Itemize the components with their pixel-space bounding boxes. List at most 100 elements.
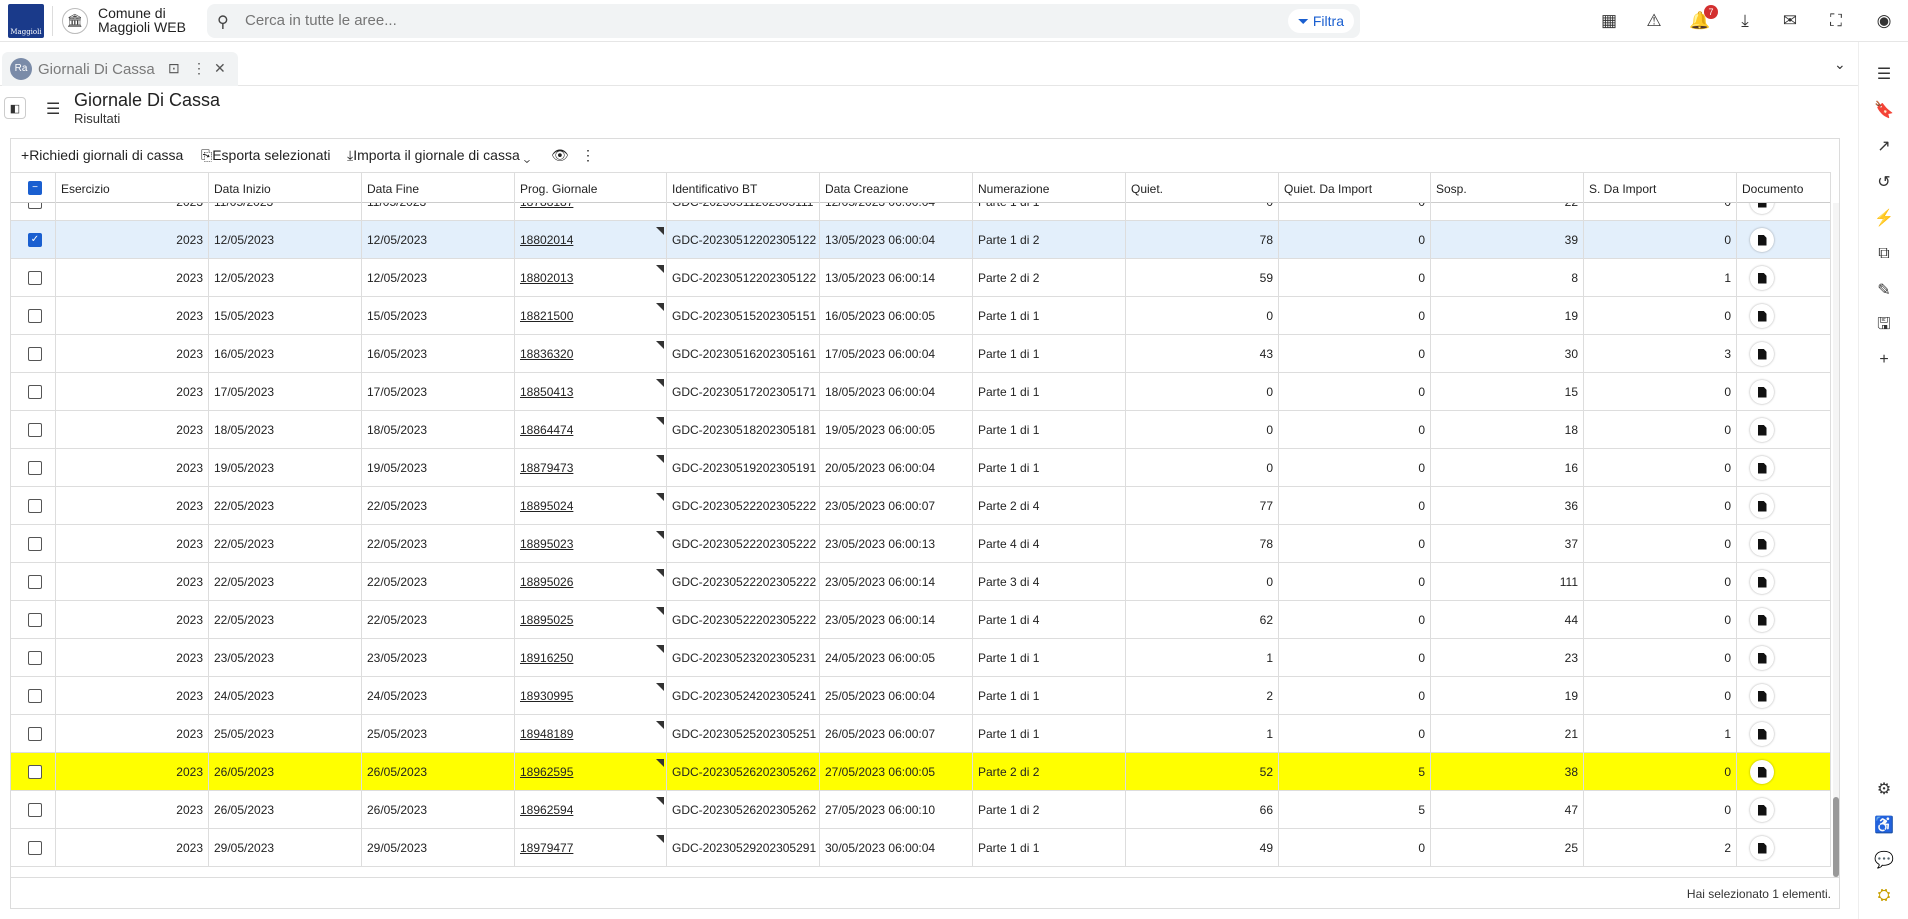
chat-icon[interactable]: 💬: [1872, 848, 1896, 872]
row-checkbox[interactable]: [28, 841, 42, 855]
col-quiet[interactable]: Quiet.: [1126, 173, 1279, 203]
cell-prog-giornale-text[interactable]: 18802014: [520, 233, 573, 247]
table-row[interactable]: ✓ 2023 12/05/2023 12/05/2023 18802014 GDC-202…: [11, 221, 1831, 259]
maggioli-logo[interactable]: Maggioli: [8, 4, 44, 38]
cell-prog-giornale-text[interactable]: 18916250: [520, 651, 573, 665]
row-checkbox[interactable]: ✓: [28, 233, 42, 247]
document-icon[interactable]: [1750, 494, 1774, 518]
document-icon[interactable]: [1750, 380, 1774, 404]
document-icon[interactable]: [1750, 722, 1774, 746]
cell-prog-giornale-text[interactable]: 18895024: [520, 499, 573, 513]
table-row[interactable]: 2023 22/05/2023 22/05/2023 18895023 GDC-2023…: [11, 525, 1831, 563]
table-row[interactable]: 2023 12/05/2023 12/05/2023 18802013 GDC-2023…: [11, 259, 1831, 297]
cell-prog-giornale-text[interactable]: 18836320: [520, 347, 573, 361]
cell-prog-giornale[interactable]: 18821500: [515, 297, 667, 335]
cell-prog-giornale[interactable]: 18962594: [515, 791, 667, 829]
table-row[interactable]: 2023 16/05/2023 16/05/2023 18836320 GDC-2023…: [11, 335, 1831, 373]
trending-icon[interactable]: ↗: [1872, 134, 1896, 158]
support-icon[interactable]: ⛭: [1872, 884, 1896, 908]
table-row[interactable]: 2023 25/05/2023 25/05/2023 18948189 GDC-2023…: [11, 715, 1831, 753]
document-icon[interactable]: [1750, 266, 1774, 290]
col-data-creazione[interactable]: Data Creazione: [820, 173, 973, 203]
cell-prog-giornale-text[interactable]: 18962595: [520, 765, 573, 779]
row-checkbox[interactable]: [28, 613, 42, 627]
document-icon[interactable]: [1750, 418, 1774, 442]
cell-prog-giornale-text[interactable]: 18979477: [520, 841, 573, 855]
cell-prog-giornale[interactable]: 18895023: [515, 525, 667, 563]
document-icon[interactable]: [1750, 836, 1774, 860]
dashboard-icon[interactable]: ▦: [1597, 9, 1621, 33]
table-row[interactable]: 2023 24/05/2023 24/05/2023 18930995 GDC-2023…: [11, 677, 1831, 715]
export-button[interactable]: ⎘Esporta selezionati: [201, 147, 331, 164]
table-row[interactable]: 2023 29/05/2023 29/05/2023 18979477 GDC-2023…: [11, 829, 1831, 867]
cell-prog-giornale[interactable]: 18895024: [515, 487, 667, 525]
cell-prog-giornale-text[interactable]: 18879473: [520, 461, 573, 475]
sidebar-toggle-icon[interactable]: ◧: [4, 97, 26, 119]
document-icon[interactable]: [1750, 760, 1774, 784]
row-checkbox[interactable]: [28, 347, 42, 361]
cell-prog-giornale[interactable]: 18850413: [515, 373, 667, 411]
cell-prog-giornale-text[interactable]: 18821500: [520, 309, 573, 323]
cell-prog-giornale[interactable]: 18916250: [515, 639, 667, 677]
cell-prog-giornale-text[interactable]: 18948189: [520, 727, 573, 741]
cell-prog-giornale-text[interactable]: 18895023: [520, 537, 573, 551]
cell-prog-giornale[interactable]: 18788187: [515, 203, 667, 221]
row-checkbox[interactable]: [28, 271, 42, 285]
row-checkbox[interactable]: [28, 727, 42, 741]
row-checkbox[interactable]: [28, 689, 42, 703]
cell-prog-giornale[interactable]: 18979477: [515, 829, 667, 867]
cell-prog-giornale-text[interactable]: 18895025: [520, 613, 573, 627]
pin-icon[interactable]: ⊡: [168, 60, 180, 77]
row-checkbox[interactable]: [28, 575, 42, 589]
cell-prog-giornale[interactable]: 18895026: [515, 563, 667, 601]
table-row[interactable]: 2023 19/05/2023 19/05/2023 18879473 GDC-2023…: [11, 449, 1831, 487]
table-row[interactable]: 2023 26/05/2023 26/05/2023 18962594 GDC-2023…: [11, 791, 1831, 829]
request-button[interactable]: +Richiedi giornali di cassa: [21, 147, 183, 163]
table-row[interactable]: 2023 15/05/2023 15/05/2023 18821500 GDC-2023…: [11, 297, 1831, 335]
cell-prog-giornale[interactable]: 18802013: [515, 259, 667, 297]
col-numerazione[interactable]: Numerazione: [973, 173, 1126, 203]
bookmark-icon[interactable]: 🔖: [1872, 98, 1896, 122]
cell-prog-giornale[interactable]: 18879473: [515, 449, 667, 487]
more-vert-icon[interactable]: ⋮: [581, 147, 595, 164]
table-row[interactable]: 2023 23/05/2023 23/05/2023 18916250 GDC-2023…: [11, 639, 1831, 677]
search-input[interactable]: [245, 12, 1045, 29]
mail-icon[interactable]: ✉: [1778, 9, 1802, 33]
table-row[interactable]: 2023 26/05/2023 26/05/2023 18962595 GDC-2023…: [11, 753, 1831, 791]
row-checkbox[interactable]: [28, 423, 42, 437]
cell-prog-giornale-text[interactable]: 18895026: [520, 575, 573, 589]
table-row[interactable]: 2023 22/05/2023 22/05/2023 18895025 GDC-2023…: [11, 601, 1831, 639]
cell-prog-giornale[interactable]: 18948189: [515, 715, 667, 753]
document-icon[interactable]: [1750, 570, 1774, 594]
document-icon[interactable]: [1750, 304, 1774, 328]
table-row[interactable]: 2023 22/05/2023 22/05/2023 18895026 GDC-2023…: [11, 563, 1831, 601]
row-checkbox[interactable]: [28, 803, 42, 817]
col-documento[interactable]: Documento: [1737, 173, 1831, 203]
col-sosp[interactable]: Sosp.: [1431, 173, 1584, 203]
eye-icon[interactable]: 👁: [551, 147, 569, 164]
table-row[interactable]: 2023 22/05/2023 22/05/2023 18895024 GDC-2023…: [11, 487, 1831, 525]
settings-icon[interactable]: ⚙: [1872, 777, 1896, 801]
col-identificativo-bt[interactable]: Identificativo BT: [667, 173, 820, 203]
history-icon[interactable]: ↺: [1872, 170, 1896, 194]
document-icon[interactable]: [1750, 228, 1774, 252]
col-quiet-da-import[interactable]: Quiet. Da Import: [1279, 173, 1431, 203]
row-checkbox[interactable]: [28, 651, 42, 665]
table-row[interactable]: 2023 18/05/2023 18/05/2023 18864474 GDC-2023…: [11, 411, 1831, 449]
cell-prog-giornale-text[interactable]: 18864474: [520, 423, 573, 437]
chevron-down-icon[interactable]: ⌄: [1834, 56, 1846, 73]
warning-icon[interactable]: ⚠: [1642, 9, 1666, 33]
plug-icon[interactable]: ⚡: [1872, 206, 1896, 230]
cell-prog-giornale[interactable]: 18930995: [515, 677, 667, 715]
grid-scrollbar[interactable]: [1833, 203, 1839, 878]
tab-giornali-di-cassa[interactable]: Ra Giornali Di Cassa ⊡ ⋮ ✕: [2, 52, 238, 86]
edit-doc-icon[interactable]: ✎: [1872, 278, 1896, 302]
bank-icon[interactable]: 🏛: [62, 8, 88, 34]
document-icon[interactable]: [1750, 203, 1774, 214]
copy-icon[interactable]: ⧉: [1872, 242, 1896, 266]
col-data-fine[interactable]: Data Fine: [362, 173, 515, 203]
table-row[interactable]: 2023 11/05/2023 11/05/2023 18788187 GDC-2023…: [11, 203, 1831, 221]
cell-prog-giornale-text[interactable]: 18930995: [520, 689, 573, 703]
document-icon[interactable]: [1750, 608, 1774, 632]
fullscreen-icon[interactable]: ⛶: [1824, 9, 1848, 33]
